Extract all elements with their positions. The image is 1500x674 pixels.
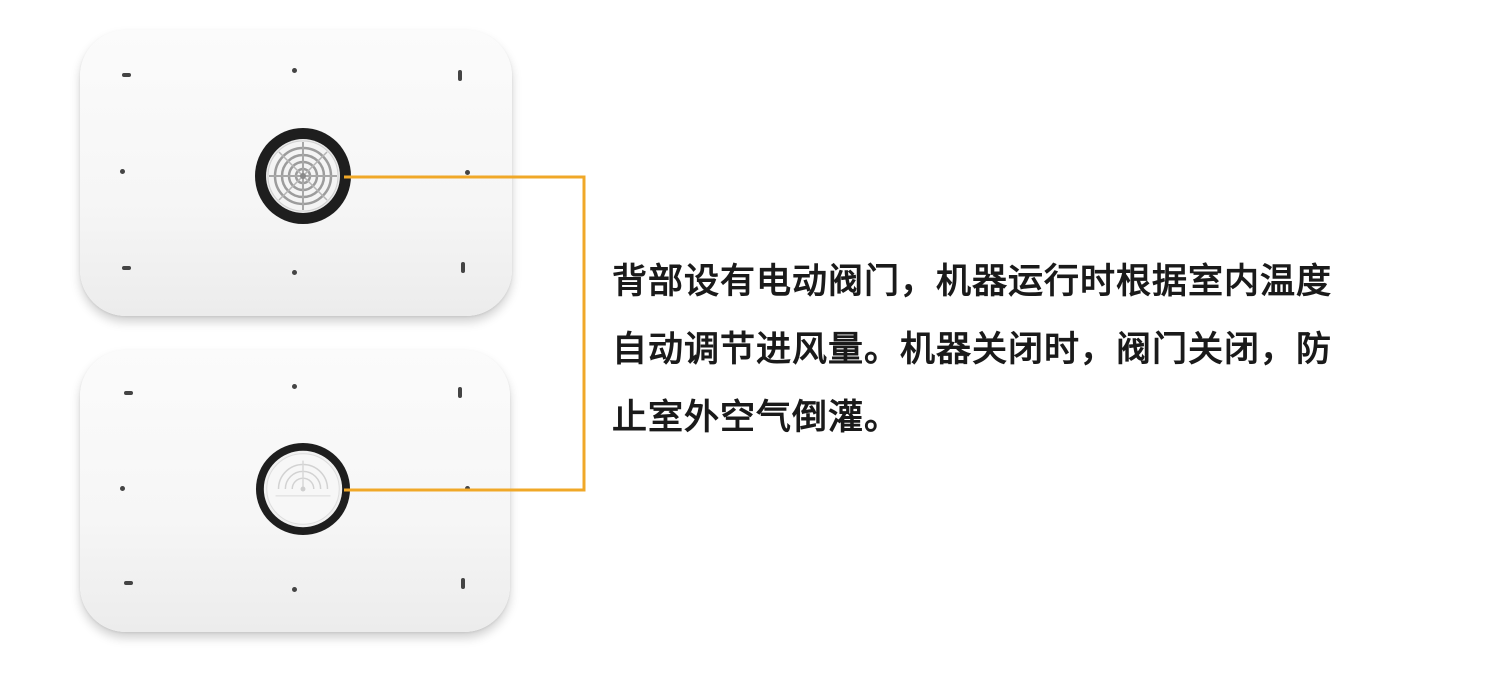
mounting-hole xyxy=(458,70,462,81)
mounting-hole xyxy=(292,68,297,73)
mounting-hole xyxy=(122,73,131,77)
mounting-hole xyxy=(292,587,297,592)
mounting-hole xyxy=(124,581,133,585)
back-panel-valve-open xyxy=(80,30,512,316)
mounting-hole xyxy=(120,169,125,174)
mounting-hole xyxy=(120,486,125,491)
mounting-hole xyxy=(124,391,133,395)
mounting-hole xyxy=(292,270,297,275)
open-valve-vent-icon xyxy=(255,128,351,224)
mounting-hole xyxy=(465,486,470,491)
mounting-hole xyxy=(122,266,131,270)
mounting-hole xyxy=(292,384,297,389)
feature-description: 背部设有电动阀门，机器运行时根据室内温度 自动调节进风量。机器关闭时，阀门关闭，… xyxy=(612,248,1432,452)
description-line-3: 止室外空气倒灌。 xyxy=(612,398,901,438)
description-line-2: 自动调节进风量。机器关闭时，阀门关闭，防 xyxy=(612,330,1333,370)
mounting-hole xyxy=(458,387,462,398)
closed-valve-vent-icon xyxy=(255,442,351,536)
mounting-hole xyxy=(461,578,465,589)
description-line-1: 背部设有电动阀门，机器运行时根据室内温度 xyxy=(612,262,1333,302)
mounting-hole xyxy=(465,170,470,175)
mounting-hole xyxy=(461,262,465,273)
back-panel-valve-closed xyxy=(80,350,510,632)
